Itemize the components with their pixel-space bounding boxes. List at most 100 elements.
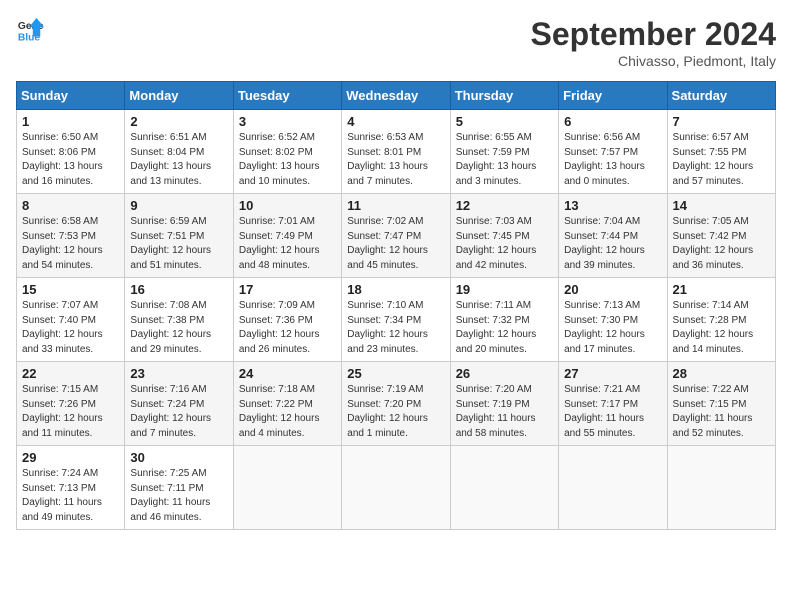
calendar-cell: 18 Sunrise: 7:10 AM Sunset: 7:34 PM Dayli… <box>342 278 450 362</box>
day-info: Sunrise: 7:10 AM Sunset: 7:34 PM Dayligh… <box>347 299 444 357</box>
calendar-cell: 13 Sunrise: 7:04 AM Sunset: 7:44 PM Dayli… <box>559 194 667 278</box>
day-number: 2 <box>130 114 227 129</box>
calendar-header-row: SundayMondayTuesdayWednesdayThursdayFrid… <box>17 82 776 110</box>
calendar-cell: 17 Sunrise: 7:09 AM Sunset: 7:36 PM Dayli… <box>233 278 341 362</box>
calendar-cell: 9 Sunrise: 6:59 AM Sunset: 7:51 PM Daylig… <box>125 194 233 278</box>
calendar-cell: 11Sunrise: 7:02 AM Sunset: 7:47 PM Dayli… <box>342 194 450 278</box>
day-info: Sunrise: 7:25 AM Sunset: 7:11 PM Dayligh… <box>130 467 227 525</box>
calendar-cell: 16 Sunrise: 7:08 AM Sunset: 7:38 PM Dayli… <box>125 278 233 362</box>
calendar-cell: 5 Sunrise: 6:55 AM Sunset: 7:59 PM Daylig… <box>450 110 558 194</box>
calendar-cell: 30 Sunrise: 7:25 AM Sunset: 7:11 PM Dayli… <box>125 446 233 530</box>
day-number: 13 <box>564 198 661 213</box>
day-number: 26 <box>456 366 553 381</box>
day-number: 12 <box>456 198 553 213</box>
calendar-cell: 4Sunrise: 6:53 AM Sunset: 8:01 PM Daylig… <box>342 110 450 194</box>
calendar-week-row: 29 Sunrise: 7:24 AM Sunset: 7:13 PM Dayli… <box>17 446 776 530</box>
day-number: 21 <box>673 282 770 297</box>
day-number: 11 <box>347 198 444 213</box>
day-info: Sunrise: 6:50 AM Sunset: 8:06 PM Dayligh… <box>22 131 119 189</box>
logo: General Blue <box>16 16 44 44</box>
calendar-cell: 3Sunrise: 6:52 AM Sunset: 8:02 PM Daylig… <box>233 110 341 194</box>
day-info: Sunrise: 7:03 AM Sunset: 7:45 PM Dayligh… <box>456 215 553 273</box>
day-info: Sunrise: 7:20 AM Sunset: 7:19 PM Dayligh… <box>456 383 553 441</box>
calendar-cell: 6Sunrise: 6:56 AM Sunset: 7:57 PM Daylig… <box>559 110 667 194</box>
day-number: 30 <box>130 450 227 465</box>
day-info: Sunrise: 7:15 AM Sunset: 7:26 PM Dayligh… <box>22 383 119 441</box>
calendar-cell: 10 Sunrise: 7:01 AM Sunset: 7:49 PM Dayli… <box>233 194 341 278</box>
day-number: 1 <box>22 114 119 129</box>
calendar-cell: 7 Sunrise: 6:57 AM Sunset: 7:55 PM Daylig… <box>667 110 775 194</box>
day-info: Sunrise: 7:22 AM Sunset: 7:15 PM Dayligh… <box>673 383 770 441</box>
calendar-week-row: 15Sunrise: 7:07 AM Sunset: 7:40 PM Dayli… <box>17 278 776 362</box>
logo-icon: General Blue <box>16 16 44 44</box>
day-of-week-header: Wednesday <box>342 82 450 110</box>
day-number: 14 <box>673 198 770 213</box>
calendar-week-row: 8 Sunrise: 6:58 AM Sunset: 7:53 PM Daylig… <box>17 194 776 278</box>
day-number: 10 <box>239 198 336 213</box>
day-number: 19 <box>456 282 553 297</box>
calendar-cell: 12 Sunrise: 7:03 AM Sunset: 7:45 PM Dayli… <box>450 194 558 278</box>
day-info: Sunrise: 7:05 AM Sunset: 7:42 PM Dayligh… <box>673 215 770 273</box>
calendar-cell: 21Sunrise: 7:14 AM Sunset: 7:28 PM Dayli… <box>667 278 775 362</box>
calendar-cell: 1 Sunrise: 6:50 AM Sunset: 8:06 PM Daylig… <box>17 110 125 194</box>
day-number: 8 <box>22 198 119 213</box>
day-info: Sunrise: 7:19 AM Sunset: 7:20 PM Dayligh… <box>347 383 444 441</box>
calendar-cell <box>233 446 341 530</box>
calendar-cell <box>342 446 450 530</box>
day-number: 5 <box>456 114 553 129</box>
day-number: 28 <box>673 366 770 381</box>
day-info: Sunrise: 7:08 AM Sunset: 7:38 PM Dayligh… <box>130 299 227 357</box>
day-info: Sunrise: 6:58 AM Sunset: 7:53 PM Dayligh… <box>22 215 119 273</box>
title-block: September 2024 Chivasso, Piedmont, Italy <box>531 16 776 69</box>
calendar-week-row: 22 Sunrise: 7:15 AM Sunset: 7:26 PM Dayli… <box>17 362 776 446</box>
day-number: 17 <box>239 282 336 297</box>
day-info: Sunrise: 7:11 AM Sunset: 7:32 PM Dayligh… <box>456 299 553 357</box>
day-info: Sunrise: 7:24 AM Sunset: 7:13 PM Dayligh… <box>22 467 119 525</box>
calendar-cell: 24 Sunrise: 7:18 AM Sunset: 7:22 PM Dayli… <box>233 362 341 446</box>
day-number: 9 <box>130 198 227 213</box>
day-number: 29 <box>22 450 119 465</box>
day-number: 4 <box>347 114 444 129</box>
day-info: Sunrise: 6:52 AM Sunset: 8:02 PM Dayligh… <box>239 131 336 189</box>
day-info: Sunrise: 6:55 AM Sunset: 7:59 PM Dayligh… <box>456 131 553 189</box>
month-title: September 2024 <box>531 16 776 53</box>
day-info: Sunrise: 6:57 AM Sunset: 7:55 PM Dayligh… <box>673 131 770 189</box>
calendar-cell: 25 Sunrise: 7:19 AM Sunset: 7:20 PM Dayli… <box>342 362 450 446</box>
calendar-cell: 26 Sunrise: 7:20 AM Sunset: 7:19 PM Dayli… <box>450 362 558 446</box>
day-of-week-header: Saturday <box>667 82 775 110</box>
day-number: 18 <box>347 282 444 297</box>
day-number: 25 <box>347 366 444 381</box>
day-info: Sunrise: 7:04 AM Sunset: 7:44 PM Dayligh… <box>564 215 661 273</box>
calendar-cell: 2 Sunrise: 6:51 AM Sunset: 8:04 PM Daylig… <box>125 110 233 194</box>
day-info: Sunrise: 6:59 AM Sunset: 7:51 PM Dayligh… <box>130 215 227 273</box>
calendar-cell: 29 Sunrise: 7:24 AM Sunset: 7:13 PM Dayli… <box>17 446 125 530</box>
calendar-cell: 15Sunrise: 7:07 AM Sunset: 7:40 PM Dayli… <box>17 278 125 362</box>
day-info: Sunrise: 7:09 AM Sunset: 7:36 PM Dayligh… <box>239 299 336 357</box>
calendar-cell: 14 Sunrise: 7:05 AM Sunset: 7:42 PM Dayli… <box>667 194 775 278</box>
day-number: 16 <box>130 282 227 297</box>
day-number: 23 <box>130 366 227 381</box>
day-info: Sunrise: 7:13 AM Sunset: 7:30 PM Dayligh… <box>564 299 661 357</box>
day-info: Sunrise: 7:18 AM Sunset: 7:22 PM Dayligh… <box>239 383 336 441</box>
calendar-cell: 27Sunrise: 7:21 AM Sunset: 7:17 PM Dayli… <box>559 362 667 446</box>
location: Chivasso, Piedmont, Italy <box>531 53 776 69</box>
day-number: 20 <box>564 282 661 297</box>
day-number: 24 <box>239 366 336 381</box>
day-of-week-header: Thursday <box>450 82 558 110</box>
calendar-cell <box>667 446 775 530</box>
calendar-cell: 20 Sunrise: 7:13 AM Sunset: 7:30 PM Dayli… <box>559 278 667 362</box>
calendar-cell: 23 Sunrise: 7:16 AM Sunset: 7:24 PM Dayli… <box>125 362 233 446</box>
calendar-week-row: 1 Sunrise: 6:50 AM Sunset: 8:06 PM Daylig… <box>17 110 776 194</box>
day-number: 22 <box>22 366 119 381</box>
day-info: Sunrise: 6:51 AM Sunset: 8:04 PM Dayligh… <box>130 131 227 189</box>
day-of-week-header: Monday <box>125 82 233 110</box>
day-of-week-header: Tuesday <box>233 82 341 110</box>
day-info: Sunrise: 7:07 AM Sunset: 7:40 PM Dayligh… <box>22 299 119 357</box>
day-number: 7 <box>673 114 770 129</box>
calendar-cell: 8 Sunrise: 6:58 AM Sunset: 7:53 PM Daylig… <box>17 194 125 278</box>
day-info: Sunrise: 7:16 AM Sunset: 7:24 PM Dayligh… <box>130 383 227 441</box>
day-info: Sunrise: 7:21 AM Sunset: 7:17 PM Dayligh… <box>564 383 661 441</box>
day-info: Sunrise: 7:01 AM Sunset: 7:49 PM Dayligh… <box>239 215 336 273</box>
calendar-table: SundayMondayTuesdayWednesdayThursdayFrid… <box>16 81 776 530</box>
day-of-week-header: Sunday <box>17 82 125 110</box>
